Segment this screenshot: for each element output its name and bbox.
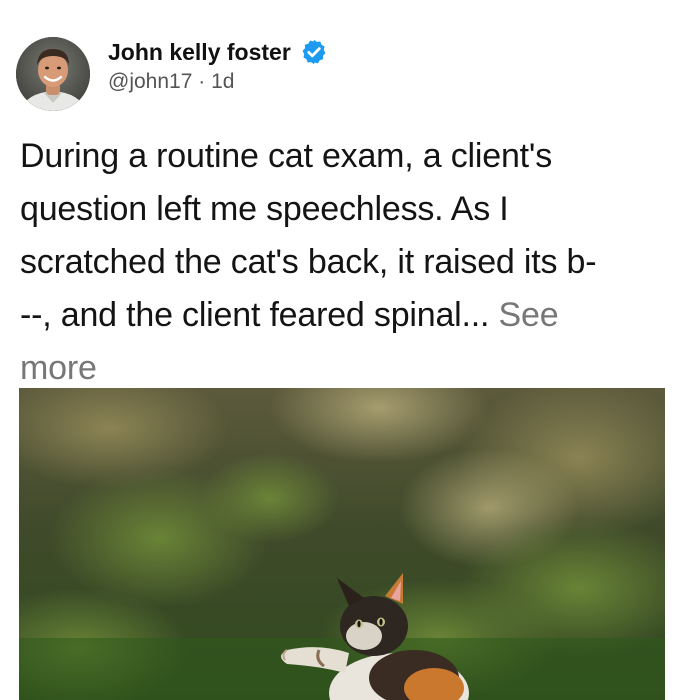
- post-card: John kelly foster @john17 · 1d During a …: [0, 0, 700, 700]
- post-photo[interactable]: [19, 388, 665, 700]
- post-text-line: question left me speechless. As I: [20, 190, 509, 228]
- post-text: During a routine cat exam, a client's qu…: [20, 130, 685, 395]
- avatar[interactable]: [16, 37, 90, 111]
- post-text-line: During a routine cat exam, a client's: [20, 137, 553, 175]
- author-row: John kelly foster: [108, 36, 328, 68]
- post-text-fragment: --, and the client feared spinal...: [20, 296, 499, 334]
- see-more-link-continued[interactable]: more: [20, 349, 97, 387]
- post-text-line: scratched the cat's back, it raised its …: [20, 243, 597, 281]
- see-more-link[interactable]: See: [499, 296, 559, 334]
- author-name[interactable]: John kelly foster: [108, 39, 291, 66]
- post-meta: @john17 · 1d: [108, 70, 328, 94]
- verified-check-icon: [300, 38, 328, 66]
- author-handle[interactable]: @john17: [108, 70, 192, 93]
- meta-separator: ·: [198, 70, 206, 93]
- avatar-image: [16, 37, 90, 111]
- cat-photo-image: [19, 388, 665, 700]
- post-header: John kelly foster @john17 · 1d: [108, 36, 328, 94]
- post-age[interactable]: 1d: [211, 70, 234, 93]
- post-text-line: --, and the client feared spinal... See: [20, 289, 685, 342]
